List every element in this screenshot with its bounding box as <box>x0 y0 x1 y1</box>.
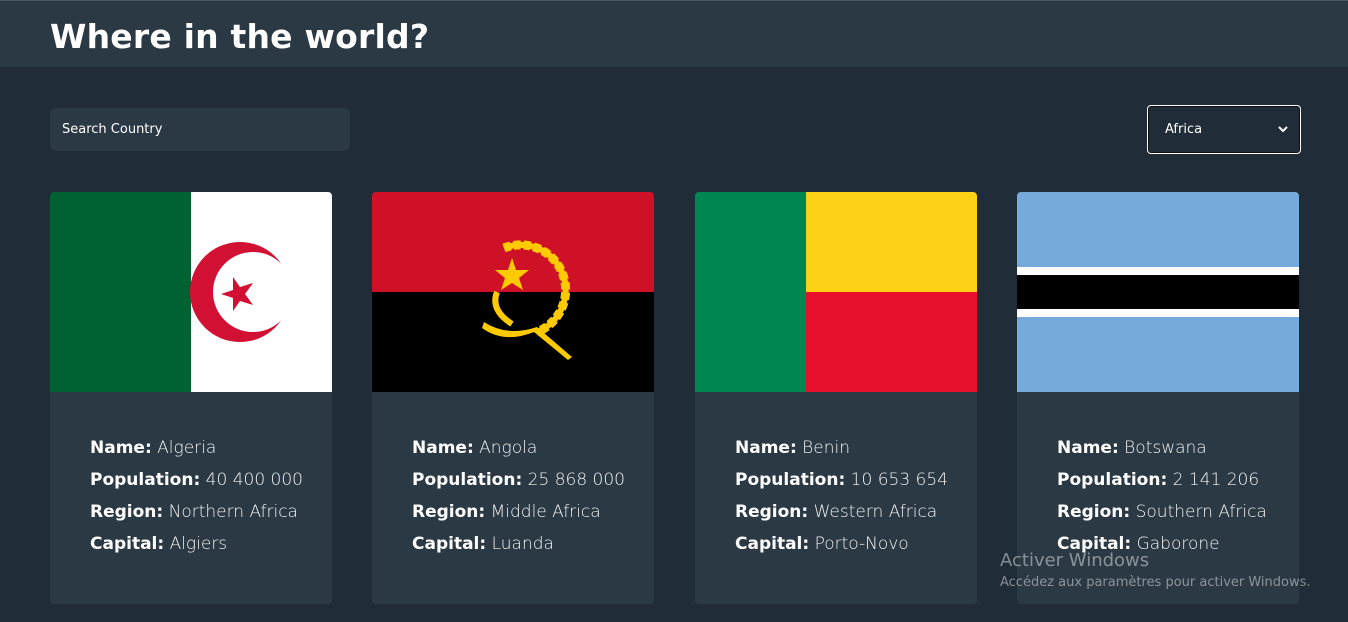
country-name: Algeria <box>157 438 217 458</box>
country-capital: Luanda <box>491 534 554 554</box>
country-info: Name: Algeria Population: 40 400 000 Reg… <box>90 436 303 564</box>
app-header: Where in the world? <box>0 0 1348 67</box>
name-label: Name: <box>90 438 152 458</box>
country-card-algeria[interactable]: Name: Algeria Population: 40 400 000 Reg… <box>50 192 332 604</box>
country-name: Benin <box>802 438 851 458</box>
country-name: Botswana <box>1124 438 1207 458</box>
country-population: 2 141 206 <box>1172 470 1260 490</box>
region-label: Region: <box>735 502 809 522</box>
country-population: 25 868 000 <box>527 470 625 490</box>
country-population: 10 653 654 <box>850 470 948 490</box>
region-label: Region: <box>90 502 164 522</box>
population-label: Population: <box>412 470 523 490</box>
capital-label: Capital: <box>412 534 487 554</box>
country-region: Northern Africa <box>168 502 298 522</box>
chevron-down-icon <box>1278 126 1288 133</box>
country-region: Southern Africa <box>1135 502 1267 522</box>
botswana-flag-icon <box>1017 192 1299 392</box>
capital-label: Capital: <box>735 534 810 554</box>
country-region: Middle Africa <box>490 502 601 522</box>
country-capital: Algiers <box>169 534 228 554</box>
region-filter-select[interactable]: Africa <box>1147 105 1301 154</box>
region-filter-value: Africa <box>1165 122 1203 137</box>
country-capital: Porto-Novo <box>814 534 909 554</box>
country-name: Angola <box>479 438 538 458</box>
population-label: Population: <box>735 470 846 490</box>
watermark-subtitle: Accédez aux paramètres pour activer Wind… <box>1000 575 1311 590</box>
population-label: Population: <box>90 470 201 490</box>
windows-activation-watermark: Activer Windows Accédez aux paramètres p… <box>1000 550 1311 590</box>
name-label: Name: <box>1057 438 1119 458</box>
country-card-botswana[interactable]: Name: Botswana Population: 2 141 206 Reg… <box>1017 192 1299 604</box>
country-population: 40 400 000 <box>205 470 303 490</box>
name-label: Name: <box>412 438 474 458</box>
name-label: Name: <box>735 438 797 458</box>
country-card-angola[interactable]: Name: Angola Population: 25 868 000 Regi… <box>372 192 654 604</box>
angola-flag-icon <box>372 192 654 392</box>
country-info: Name: Angola Population: 25 868 000 Regi… <box>412 436 625 564</box>
watermark-title: Activer Windows <box>1000 550 1150 571</box>
page-title: Where in the world? <box>50 17 430 56</box>
region-label: Region: <box>412 502 486 522</box>
region-label: Region: <box>1057 502 1131 522</box>
country-info: Name: Benin Population: 10 653 654 Regio… <box>735 436 948 564</box>
population-label: Population: <box>1057 470 1168 490</box>
country-info: Name: Botswana Population: 2 141 206 Reg… <box>1057 436 1267 564</box>
country-region: Western Africa <box>813 502 938 522</box>
country-card-benin[interactable]: Name: Benin Population: 10 653 654 Regio… <box>695 192 977 604</box>
algeria-flag-icon <box>50 192 332 392</box>
search-input[interactable] <box>50 108 350 151</box>
benin-flag-icon <box>695 192 977 392</box>
capital-label: Capital: <box>90 534 165 554</box>
